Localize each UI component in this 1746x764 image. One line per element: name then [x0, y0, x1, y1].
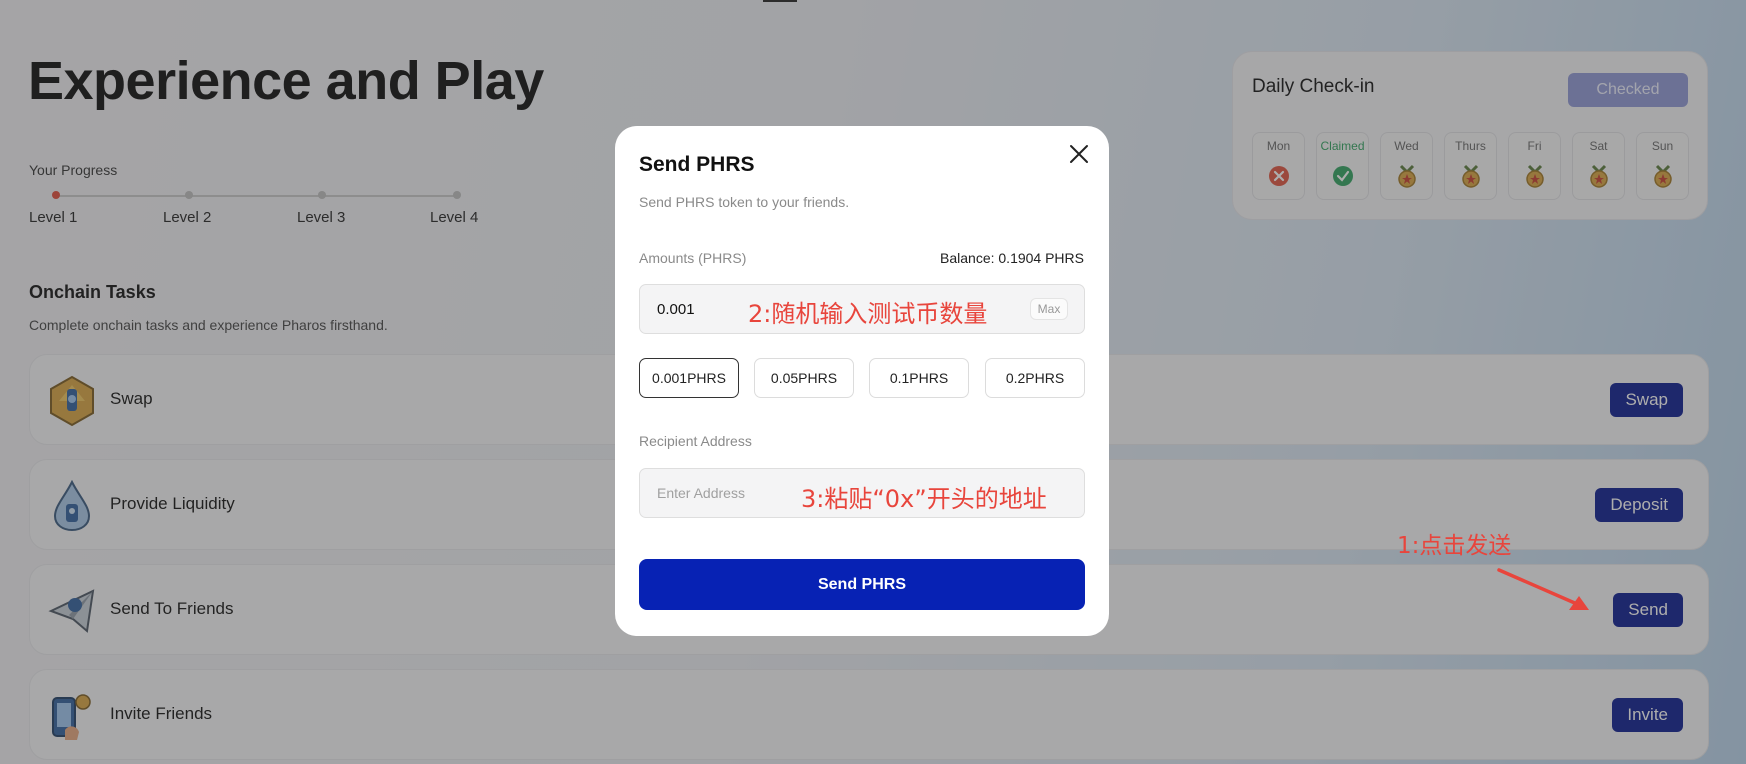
- modal-subtitle: Send PHRS token to your friends.: [639, 194, 850, 210]
- max-button[interactable]: Max: [1030, 298, 1068, 320]
- preset-0-001[interactable]: 0.001PHRS: [639, 358, 739, 398]
- annotation-step-2: 2:随机输入测试币数量: [748, 300, 988, 328]
- annotation-arrow-icon: [1497, 568, 1589, 610]
- amount-value: 0.001: [657, 301, 695, 318]
- preset-0-1[interactable]: 0.1PHRS: [869, 358, 969, 398]
- annotation-step-3: 3:粘贴“0x”开头的地址: [801, 485, 1047, 513]
- amount-label: Amounts (PHRS): [639, 250, 747, 266]
- address-placeholder: Enter Address: [657, 485, 745, 501]
- send-phrs-modal: Send PHRS Send PHRS token to your friend…: [615, 126, 1109, 636]
- recipient-label: Recipient Address: [639, 433, 752, 449]
- preset-0-2[interactable]: 0.2PHRS: [985, 358, 1085, 398]
- page-root: Experience and Play Your Progress Level …: [0, 0, 1746, 764]
- send-phrs-button[interactable]: Send PHRS: [639, 559, 1085, 610]
- modal-title: Send PHRS: [639, 153, 755, 176]
- close-icon[interactable]: [1065, 140, 1093, 168]
- annotation-step-1: 1:点击发送: [1397, 533, 1512, 559]
- balance-text: Balance: 0.1904 PHRS: [940, 250, 1084, 266]
- preset-0-05[interactable]: 0.05PHRS: [754, 358, 854, 398]
